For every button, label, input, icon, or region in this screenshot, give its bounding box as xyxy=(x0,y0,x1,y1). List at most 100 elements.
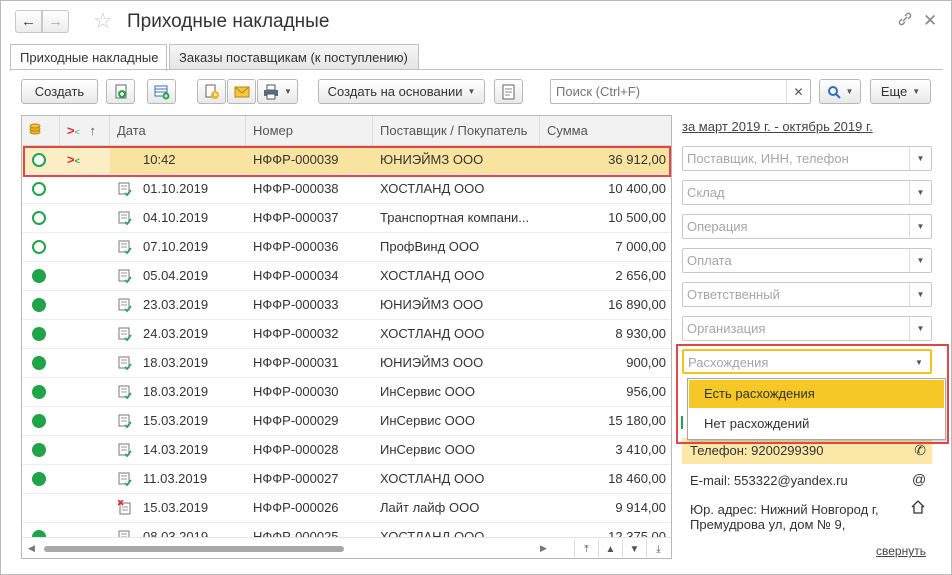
scroll-page-down-icon[interactable]: ▼ xyxy=(622,539,646,558)
discrepancy-mark-icon: > xyxy=(67,123,75,138)
table-row[interactable]: 04.10.2019 НФФР-000037 Транспортная компан… xyxy=(22,204,671,233)
row-partner: ХОСТЛАНД ООО xyxy=(380,471,485,486)
discrepancy-mark-icon: >< xyxy=(67,152,80,167)
table-row[interactable]: 18.03.2019 НФФР-000030 ИнСервис ООО 956,00 xyxy=(22,378,671,407)
table-row[interactable]: 07.10.2019 НФФР-000036 ПрофВинд ООО 7 000,0… xyxy=(22,233,671,262)
row-partner: ЮНИЭЙМЗ ООО xyxy=(373,146,540,174)
table-row[interactable]: 18.03.2019 НФФР-000031 ЮНИЭЙМЗ ООО 900,00 xyxy=(22,349,671,378)
row-sum: 3 410,00 xyxy=(615,442,666,457)
table-row[interactable]: 24.03.2019 НФФР-000032 ХОСТЛАНД ООО 8 930,0… xyxy=(22,320,671,349)
search-input[interactable] xyxy=(551,80,781,103)
scroll-page-up-icon[interactable]: ▲ xyxy=(598,539,622,558)
table-row[interactable]: 15.03.2019 НФФР-000029 ИнСервис ООО 15 180,… xyxy=(22,407,671,436)
send-email-button[interactable] xyxy=(227,79,256,104)
row-sum: 2 656,00 xyxy=(615,268,666,283)
scroll-bottom-icon[interactable]: ⤓ xyxy=(646,539,670,558)
chevron-down-icon: ▼ xyxy=(467,87,476,96)
row-date: 01.10.2019 xyxy=(143,181,209,196)
chevron-down-icon[interactable]: ▼ xyxy=(909,215,931,238)
document-history-button[interactable] xyxy=(197,79,226,104)
link-icon[interactable] xyxy=(897,11,913,33)
number-column-header[interactable]: Номер xyxy=(246,116,373,145)
tab-divider xyxy=(10,69,943,70)
row-sum: 18 460,00 xyxy=(608,471,666,486)
page-title: Приходные накладные xyxy=(127,11,330,32)
tab-invoices[interactable]: Приходные накладные xyxy=(10,44,167,71)
back-button[interactable]: ← xyxy=(15,10,42,33)
row-number: НФФР-000039 xyxy=(246,146,373,174)
responsible-filter[interactable]: Ответственный ▼ xyxy=(682,282,932,307)
partner-column-header[interactable]: Поставщик / Покупатель xyxy=(373,116,540,145)
row-partner: Транспортная компани... xyxy=(380,210,530,225)
report-button[interactable] xyxy=(494,79,523,104)
create-button[interactable]: Создать xyxy=(21,79,98,104)
status-open-icon xyxy=(32,182,46,196)
horizontal-scrollbar[interactable]: ◀ ▶ ⤒ ▲ ▼ ⤓ xyxy=(22,537,671,558)
status-column-header[interactable] xyxy=(22,116,60,145)
date-column-header[interactable]: Дата xyxy=(110,116,246,145)
scroll-right-icon[interactable]: ▶ xyxy=(540,543,547,554)
organization-filter[interactable]: Организация ▼ xyxy=(682,316,932,341)
add-row-button[interactable] xyxy=(147,79,176,104)
address-line-2: Премудрова ул, дом № 9, xyxy=(690,517,846,532)
create-based-on-button[interactable]: Создать на основании ▼ xyxy=(318,79,485,104)
table-row[interactable]: 11.03.2019 НФФР-000027 ХОСТЛАНД ООО 18 460,… xyxy=(22,465,671,494)
table-row[interactable]: 01.10.2019 НФФР-000038 ХОСТЛАНД ООО 10 400,… xyxy=(22,175,671,204)
table-row[interactable]: 14.03.2019 НФФР-000028 ИнСервис ООО 3 410,0… xyxy=(22,436,671,465)
row-sum: 10 400,00 xyxy=(608,181,666,196)
period-link[interactable]: за март 2019 г. - октябрь 2019 г. xyxy=(682,119,873,134)
chevron-down-icon[interactable]: ▼ xyxy=(909,283,931,306)
more-label: Еще xyxy=(880,84,908,99)
table-row[interactable]: 15.03.2019 НФФР-000026 Лайт лайф ООО 9 914,… xyxy=(22,494,671,523)
more-button[interactable]: Еще ▼ xyxy=(870,79,931,104)
row-partner: ПрофВинд ООО xyxy=(380,239,480,254)
arrow-left-icon: ← xyxy=(21,13,36,30)
phone-icon[interactable]: ✆ xyxy=(914,442,926,459)
row-number: НФФР-000026 xyxy=(253,500,339,515)
supplier-filter[interactable]: Поставщик, ИНН, телефон ▼ xyxy=(682,146,932,171)
forward-button[interactable]: → xyxy=(42,10,69,33)
row-number: НФФР-000036 xyxy=(253,239,339,254)
search-field[interactable]: ✕ xyxy=(550,79,811,104)
at-sign-icon[interactable]: @ xyxy=(912,471,926,487)
chevron-down-icon[interactable]: ▼ xyxy=(909,249,931,272)
scroll-top-icon[interactable]: ⤒ xyxy=(574,539,598,558)
print-button[interactable]: ▼ xyxy=(257,79,298,104)
report-doc-icon xyxy=(502,84,514,99)
row-date: 11.03.2019 xyxy=(143,471,208,486)
chevron-down-icon[interactable]: ▼ xyxy=(909,181,931,204)
row-partner: ХОСТЛАНД ООО xyxy=(380,326,485,341)
table-header: >< ↑ Дата Номер Поставщик / Покупатель С… xyxy=(22,116,671,146)
collapse-link[interactable]: свернуть xyxy=(876,544,926,558)
close-icon[interactable]: ✕ xyxy=(923,11,937,31)
sum-column-header[interactable]: Сумма xyxy=(540,116,671,145)
invoices-table[interactable]: >< ↑ Дата Номер Поставщик / Покупатель С… xyxy=(21,115,672,559)
copy-button[interactable] xyxy=(106,79,135,104)
favorite-star-icon[interactable]: ☆ xyxy=(93,8,113,34)
chevron-down-icon[interactable]: ▼ xyxy=(909,147,931,170)
row-number: НФФР-000029 xyxy=(253,413,339,428)
scroll-left-icon[interactable]: ◀ xyxy=(28,543,35,554)
row-date: 15.03.2019 xyxy=(143,500,209,515)
chevron-down-icon[interactable]: ▼ xyxy=(909,317,931,340)
warehouse-filter[interactable]: Склад ▼ xyxy=(682,180,932,205)
operation-filter[interactable]: Операция ▼ xyxy=(682,214,932,239)
home-icon[interactable] xyxy=(911,500,925,517)
envelope-icon xyxy=(234,86,249,97)
find-button[interactable]: ▼ xyxy=(819,79,861,104)
payment-filter-placeholder: Оплата xyxy=(687,253,732,268)
scrollbar-thumb[interactable] xyxy=(44,546,344,552)
status-closed-icon xyxy=(32,269,46,283)
copy-doc-icon xyxy=(115,84,126,98)
discrepancy-column-header[interactable]: >< ↑ xyxy=(60,116,110,145)
create-based-on-label: Создать на основании xyxy=(327,84,463,99)
address-line-1: Юр. адрес: Нижний Новгород г, xyxy=(690,502,879,517)
clear-search-icon[interactable]: ✕ xyxy=(786,80,810,103)
tab-supplier-orders[interactable]: Заказы поставщикам (к поступлению) xyxy=(169,44,419,70)
payment-filter[interactable]: Оплата ▼ xyxy=(682,248,932,273)
table-row[interactable]: 05.04.2019 НФФР-000034 ХОСТЛАНД ООО 2 656,0… xyxy=(22,262,671,291)
status-closed-icon xyxy=(32,385,46,399)
table-row[interactable]: >< 10:42 НФФР-000039 ЮНИЭЙМЗ ООО 36 912,00 xyxy=(22,146,671,175)
email-text: E-mail: 553322@yandex.ru xyxy=(690,473,848,488)
table-row[interactable]: 23.03.2019 НФФР-000033 ЮНИЭЙМЗ ООО 16 890,0… xyxy=(22,291,671,320)
